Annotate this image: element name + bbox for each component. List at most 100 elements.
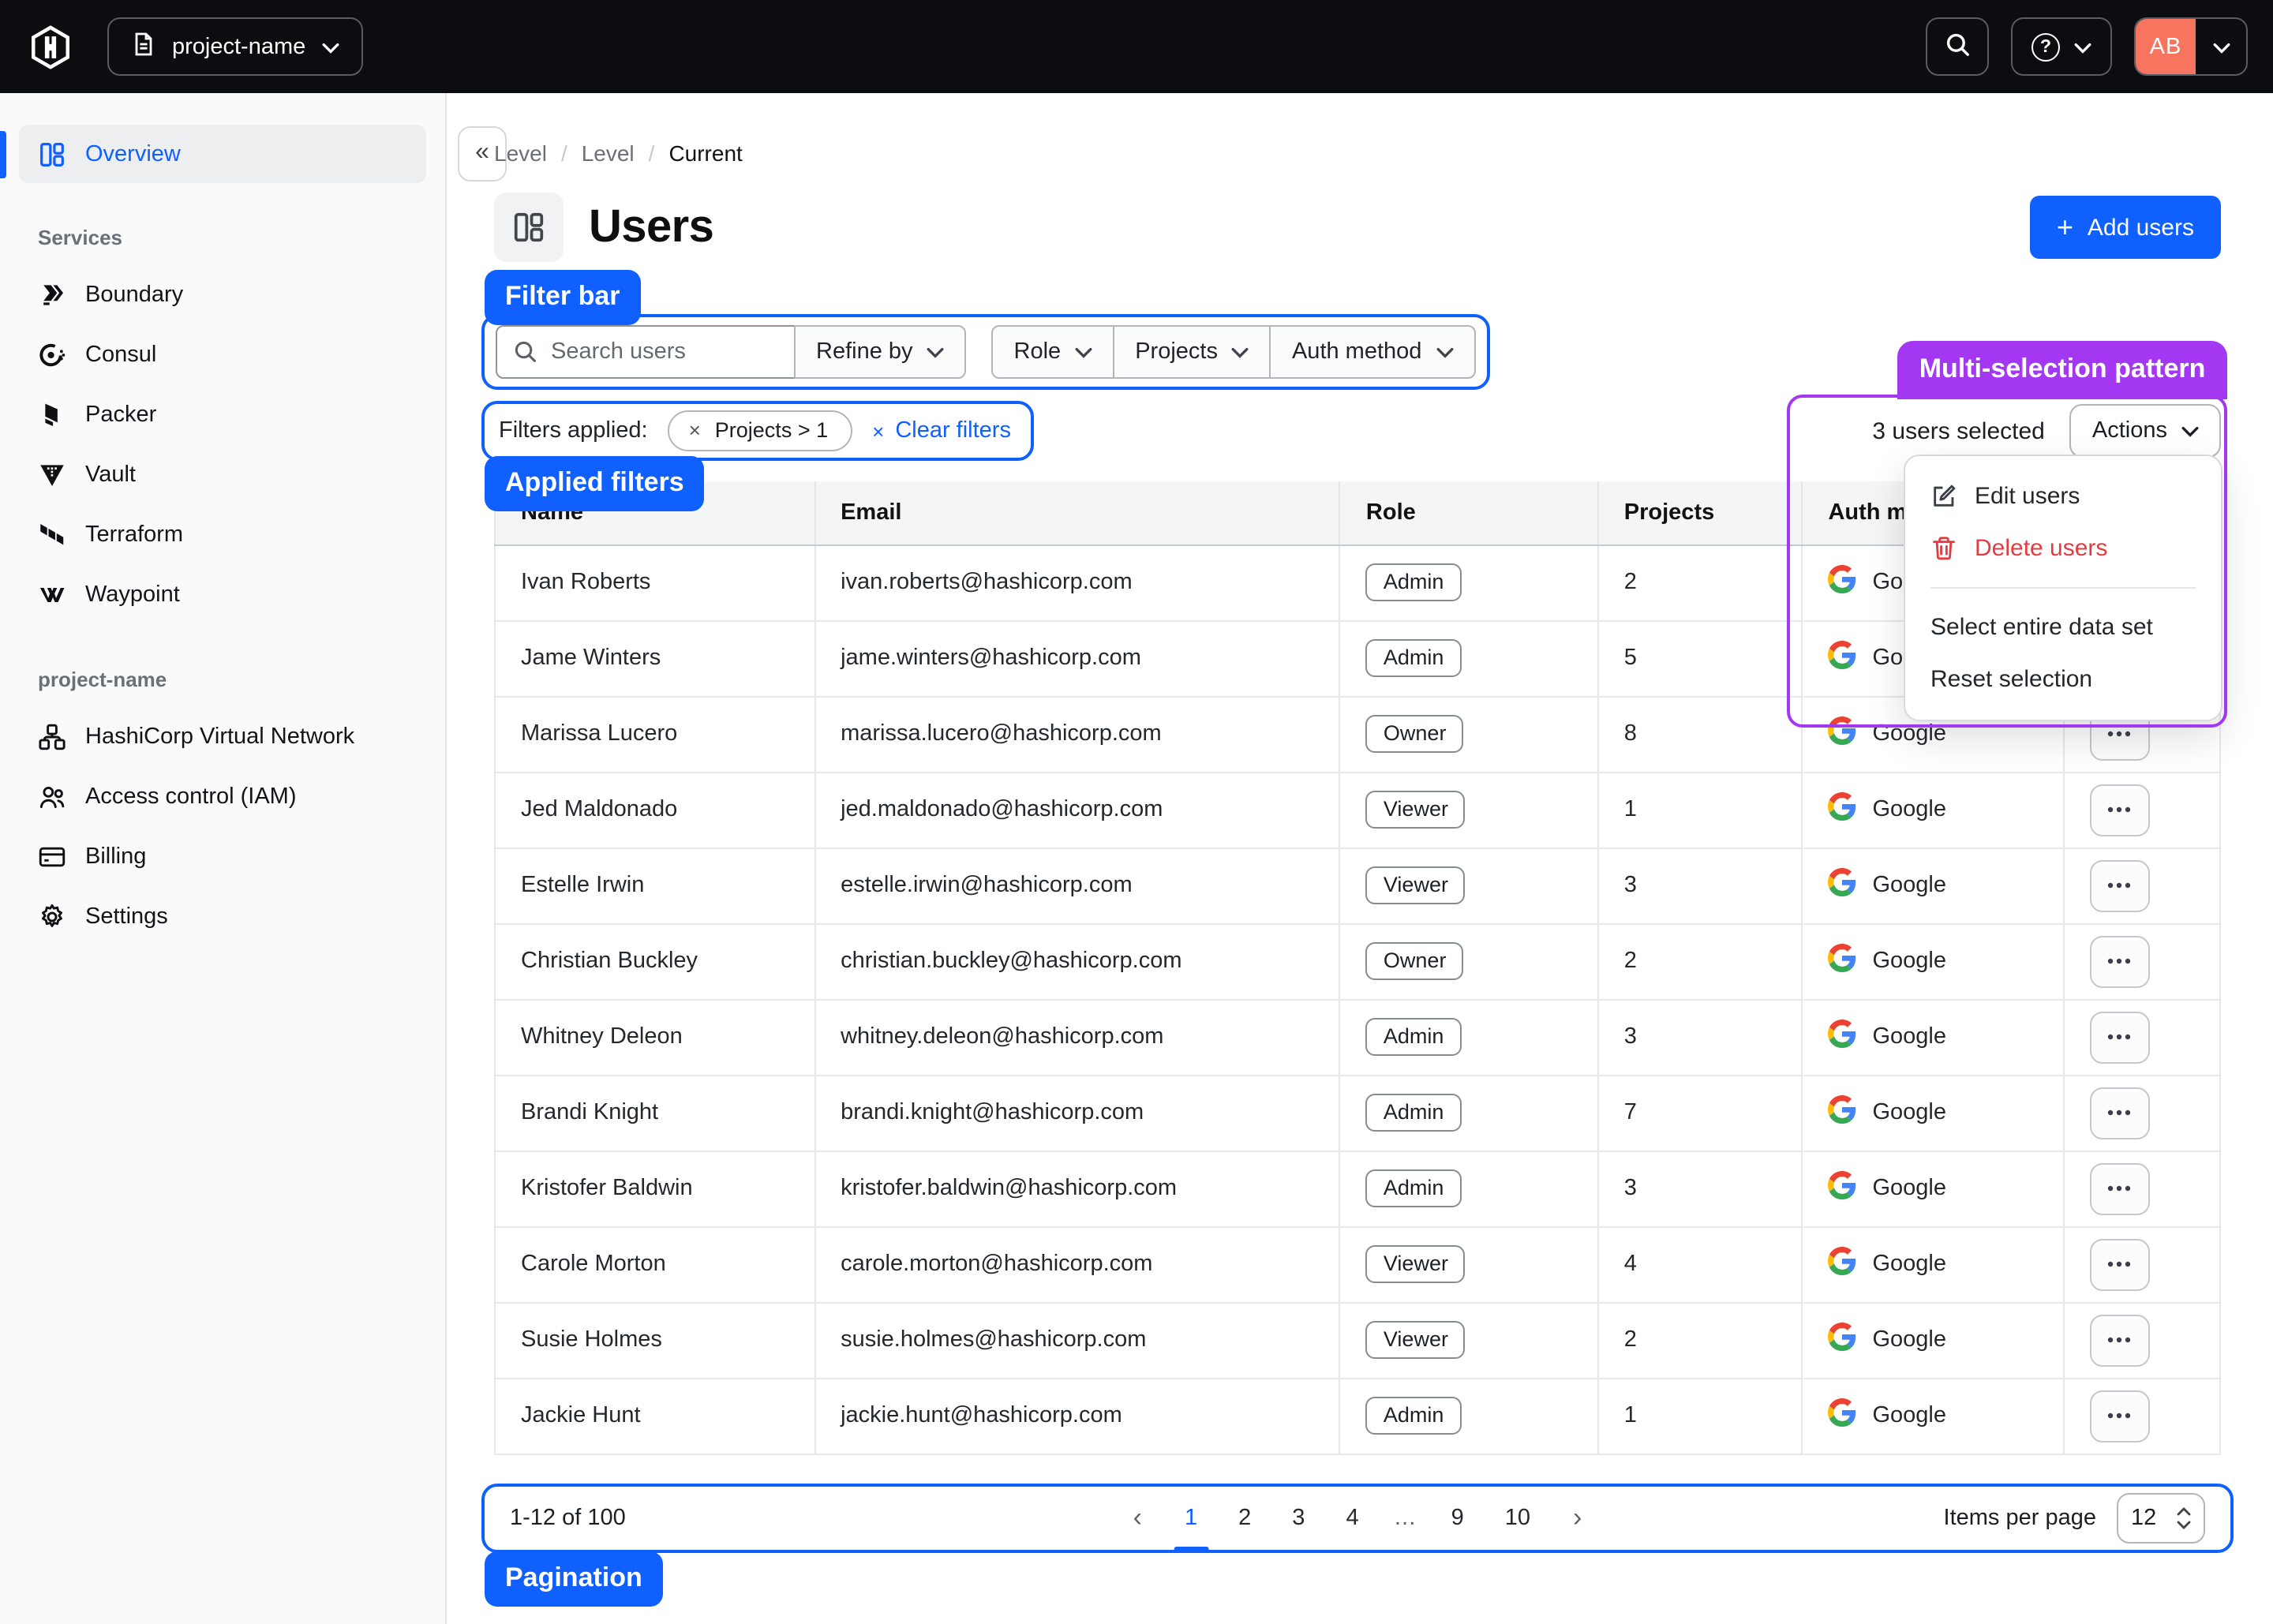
menu-item-delete-users[interactable]: Delete users (1905, 522, 2221, 574)
search-users-input[interactable] (496, 325, 796, 379)
auth-method-label: Google (1872, 949, 1946, 974)
cell-role: Admin (1340, 1075, 1598, 1151)
sidebar-item-terraform[interactable]: Terraform (0, 505, 445, 565)
pages-ellipsis: … (1387, 1499, 1423, 1536)
cell-projects: 2 (1598, 1302, 1803, 1378)
breadcrumb-item[interactable]: Level (582, 140, 635, 166)
sidebar-item-label: HashiCorp Virtual Network (85, 724, 354, 750)
cell-name: Carole Morton (495, 1226, 814, 1302)
row-actions-button[interactable] (2089, 859, 2149, 911)
page-10[interactable]: 10 (1492, 1499, 1543, 1536)
next-page-button[interactable]: › (1559, 1502, 1596, 1533)
row-actions-button[interactable] (2089, 1238, 2149, 1290)
cell-email: jame.winters@hashicorp.com (814, 620, 1340, 696)
role-badge: Owner (1366, 942, 1464, 980)
cell-actions (2063, 772, 2220, 848)
project-switcher-label: project-name (172, 34, 305, 59)
auth-method: Google (1828, 1323, 2037, 1357)
account-menu-button[interactable]: AB (2134, 17, 2248, 76)
sidebar-item-overview[interactable]: Overview (19, 125, 426, 183)
sidebar-item-boundary[interactable]: Boundary (0, 265, 445, 325)
items-per-page-stepper[interactable]: 12 (2117, 1492, 2205, 1543)
row-actions-button[interactable] (2089, 1011, 2149, 1063)
sidebar-item-vault[interactable]: Vault (0, 445, 445, 505)
cell-name: Kristofer Baldwin (495, 1151, 814, 1226)
page-9[interactable]: 9 (1439, 1499, 1477, 1536)
sidebar-item-consul[interactable]: Consul (0, 325, 445, 385)
table-row: Jackie Huntjackie.hunt@hashicorp.comAdmi… (495, 1378, 2220, 1454)
items-per-page-label: Items per page (1944, 1505, 2096, 1530)
cell-role: Admin (1340, 620, 1598, 696)
role-badge: Viewer (1366, 866, 1466, 904)
auth-method: Google (1828, 717, 2037, 751)
annotation-filter-bar: Filter bar (485, 270, 641, 325)
row-actions-button[interactable] (2089, 784, 2149, 836)
table-row: Carole Mortoncarole.morton@hashicorp.com… (495, 1226, 2220, 1302)
filter-bar: Filter bar Refine by RolePr (481, 314, 1489, 390)
boundary-icon (38, 281, 66, 309)
page-2[interactable]: 2 (1226, 1499, 1264, 1536)
title-row: Users + Add users (494, 193, 2221, 262)
hashicorp-logo-icon[interactable] (25, 21, 76, 72)
google-icon (1828, 944, 1856, 979)
menu-item-label: Delete users (1975, 535, 2107, 562)
sidebar-item-settings[interactable]: Settings (0, 887, 445, 947)
menu-item-edit-users[interactable]: Edit users (1905, 470, 2221, 522)
cell-actions (2063, 1226, 2220, 1302)
selection-toolbar: 3 users selected Actions Multi-selection… (1872, 404, 2221, 458)
sidebar-item-label: Packer (85, 402, 156, 428)
search-button[interactable] (1926, 17, 1989, 76)
row-actions-button[interactable] (2089, 1390, 2149, 1442)
row-actions-button[interactable] (2089, 1162, 2149, 1214)
previous-page-button[interactable]: ‹ (1119, 1502, 1156, 1533)
project-switcher[interactable]: project-name (107, 17, 362, 76)
breadcrumb-item[interactable]: Level (494, 140, 547, 166)
page-1[interactable]: 1 (1172, 1499, 1210, 1536)
role-badge: Admin (1366, 563, 1462, 601)
cell-email: estelle.irwin@hashicorp.com (814, 848, 1340, 923)
cell-name: Christian Buckley (495, 923, 814, 999)
filters-applied-label: Filters applied: (499, 418, 648, 443)
sidebar-item-billing[interactable]: Billing (0, 827, 445, 887)
menu-item-select-entire-data-set[interactable]: Select entire data set (1905, 601, 2221, 653)
filter-dropdown-auth-method[interactable]: Auth method (1270, 325, 1475, 379)
auth-method-label: Google (1872, 1100, 1946, 1125)
breadcrumb-separator: / (561, 140, 567, 166)
help-menu-button[interactable]: ? (2011, 17, 2112, 76)
clear-filters-link[interactable]: × Clear filters (872, 418, 1011, 443)
role-badge: Admin (1366, 1397, 1462, 1435)
sidebar-item-hashicorp-virtual-network[interactable]: HashiCorp Virtual Network (0, 707, 445, 767)
sidebar-item-packer[interactable]: Packer (0, 385, 445, 445)
pagination-range: 1-12 of 100 (510, 1505, 626, 1530)
cell-email: ivan.roberts@hashicorp.com (814, 544, 1340, 620)
row-actions-button[interactable] (2089, 935, 2149, 987)
cell-role: Owner (1340, 923, 1598, 999)
vault-icon (38, 461, 66, 489)
actions-button[interactable]: Actions (2070, 404, 2221, 458)
table-row: Christian Buckleychristian.buckley@hashi… (495, 923, 2220, 999)
cell-actions (2063, 1378, 2220, 1454)
menu-item-reset-selection[interactable]: Reset selection (1905, 653, 2221, 705)
page-4[interactable]: 4 (1333, 1499, 1371, 1536)
band-row: Applied filters Filters applied: × Proje… (494, 401, 2221, 461)
auth-method: Google (1828, 944, 2037, 979)
sidebar-item-access-control-iam[interactable]: Access control (IAM) (0, 767, 445, 827)
google-icon (1828, 641, 1856, 675)
chevron-down-icon (2181, 418, 2199, 443)
sidebar-item-label: Billing (85, 844, 146, 870)
cell-email: christian.buckley@hashicorp.com (814, 923, 1340, 999)
page-3[interactable]: 3 (1279, 1499, 1317, 1536)
cell-auth-method: Google (1802, 772, 2063, 848)
filter-dropdown-role[interactable]: Role (992, 325, 1115, 379)
filter-dropdown-projects[interactable]: Projects (1113, 325, 1271, 379)
breadcrumb-item: Current (668, 140, 742, 166)
row-actions-button[interactable] (2089, 1087, 2149, 1139)
cell-email: susie.holmes@hashicorp.com (814, 1302, 1340, 1378)
add-users-button[interactable]: + Add users (2030, 196, 2221, 259)
auth-method: Google (1828, 868, 2037, 903)
cell-auth-method: Google (1802, 1226, 2063, 1302)
filter-pill[interactable]: × Projects > 1 (668, 410, 852, 451)
refine-by-button[interactable]: Refine by (794, 325, 967, 379)
sidebar-item-waypoint[interactable]: Waypoint (0, 565, 445, 625)
row-actions-button[interactable] (2089, 1314, 2149, 1366)
